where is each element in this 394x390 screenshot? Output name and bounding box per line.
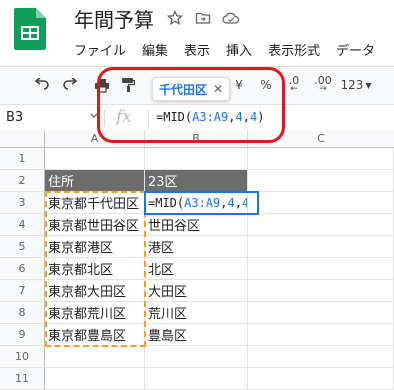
row-header[interactable]: 10 — [0, 346, 45, 368]
redo-icon[interactable] — [60, 75, 80, 95]
grid-cell[interactable] — [248, 236, 394, 258]
column-header-b[interactable]: B — [145, 130, 248, 148]
address-cell[interactable]: 東京都荒川区 — [45, 302, 145, 324]
formula-bar-divider — [148, 109, 149, 127]
menu-file[interactable]: ファイル — [74, 40, 126, 59]
ward-cell[interactable]: 港区 — [145, 236, 248, 258]
grid-cell[interactable] — [45, 346, 145, 368]
formula-separator: , — [242, 110, 250, 124]
formula-separator: , — [234, 195, 242, 210]
grid-cell[interactable] — [248, 170, 394, 192]
grid-cell[interactable] — [248, 302, 394, 324]
header-cell-ward[interactable]: 23区 — [145, 170, 248, 192]
formula-range-ref: A3:A9 — [192, 110, 229, 124]
address-cell[interactable]: 東京都北区 — [45, 258, 145, 280]
select-all-corner[interactable] — [0, 130, 45, 148]
row-header[interactable]: 7 — [0, 280, 45, 302]
percent-format-button[interactable]: % — [258, 75, 274, 95]
column-header-a[interactable]: A — [45, 130, 145, 148]
address-cell[interactable]: 東京都世田谷区 — [45, 214, 145, 236]
formula-preview-chip[interactable]: 千代田区 ✕ — [152, 77, 231, 101]
arrow-left-icon: ← — [290, 84, 298, 94]
document-title[interactable]: 年間予算 — [74, 4, 154, 33]
menu-bar: ファイル 編集 表示 挿入 表示形式 データ — [74, 40, 391, 59]
menu-edit[interactable]: 編集 — [142, 40, 168, 59]
address-cell[interactable]: 東京都千代田区 — [45, 192, 145, 214]
address-cell[interactable]: 東京都豊島区 — [45, 324, 145, 346]
fx-icon: fx — [116, 107, 132, 127]
grid-cell[interactable] — [145, 346, 248, 368]
row-header[interactable]: 6 — [0, 258, 45, 280]
grid-cell[interactable] — [248, 258, 394, 280]
grid-cell[interactable] — [248, 346, 394, 368]
formula-range-ref: A3:A9 — [184, 195, 221, 210]
formula-separator: , — [220, 195, 228, 210]
header-cell-address[interactable]: 住所 — [45, 170, 145, 192]
grid-cell[interactable] — [45, 368, 145, 390]
name-box[interactable]: B3 — [6, 110, 23, 125]
formula-bar: B3 fx =MID(A3:A9,4,4) — [0, 104, 394, 132]
ward-cell[interactable]: 豊島区 — [145, 324, 248, 346]
grid-cell[interactable] — [248, 214, 394, 236]
cloud-status-icon[interactable] — [222, 9, 240, 27]
formula-prefix: =MID( — [156, 110, 193, 124]
menu-view[interactable]: 表示 — [184, 40, 210, 59]
formula-start-arg: 4 — [235, 110, 243, 124]
formula-suffix: ) — [257, 110, 265, 124]
grid-cell[interactable] — [145, 368, 248, 390]
formula-preview-value: 千代田区 — [159, 82, 208, 97]
move-folder-icon[interactable] — [194, 9, 212, 27]
ward-cell[interactable]: 大田区 — [145, 280, 248, 302]
formula-input[interactable]: =MID(A3:A9,4,4) — [156, 110, 264, 124]
column-header-c[interactable]: C — [248, 130, 394, 148]
grid-cell[interactable] — [248, 280, 394, 302]
formula-bar-divider — [104, 109, 105, 127]
name-box-caret-icon[interactable] — [90, 111, 98, 121]
grid-cell[interactable] — [145, 148, 248, 170]
ward-cell[interactable]: 荒川区 — [145, 302, 248, 324]
arrow-right-icon: → — [319, 84, 327, 94]
undo-icon[interactable] — [32, 75, 52, 95]
increase-decimal-button[interactable]: .00 → — [312, 75, 334, 95]
more-formats-button[interactable]: 123 ▼ — [340, 75, 372, 95]
grid-cell[interactable] — [248, 148, 394, 170]
grid-cell[interactable] — [45, 148, 145, 170]
row-header[interactable]: 9 — [0, 324, 45, 346]
formula-start-arg: 4 — [227, 195, 235, 210]
row-header[interactable]: 1 — [0, 148, 45, 170]
ward-cell[interactable]: 世田谷区 — [145, 214, 248, 236]
paint-format-icon[interactable] — [118, 75, 138, 95]
row-header[interactable]: 4 — [0, 214, 45, 236]
grid-cell[interactable] — [248, 192, 394, 214]
grid-cell[interactable] — [248, 368, 394, 390]
close-icon[interactable]: ✕ — [213, 82, 223, 96]
menu-data[interactable]: データ — [336, 40, 375, 59]
address-cell[interactable]: 東京都港区 — [45, 236, 145, 258]
currency-format-button[interactable]: ¥ — [232, 75, 246, 95]
menu-insert[interactable]: 挿入 — [226, 40, 252, 59]
formula-cell[interactable]: =MID(A3:A9,4,4) — [145, 192, 248, 214]
decrease-decimal-button[interactable]: .0 ← — [284, 75, 304, 95]
grid-cell[interactable] — [248, 324, 394, 346]
formula-prefix: =MID( — [148, 195, 185, 210]
star-icon[interactable] — [166, 9, 184, 27]
sheets-logo-icon[interactable] — [12, 6, 48, 52]
chevron-down-icon: ▼ — [365, 80, 372, 90]
more-formats-label: 123 — [340, 78, 364, 92]
address-cell[interactable]: 東京都大田区 — [45, 280, 145, 302]
print-icon[interactable] — [92, 75, 112, 95]
row-header[interactable]: 8 — [0, 302, 45, 324]
row-header[interactable]: 3 — [0, 192, 45, 214]
row-header[interactable]: 5 — [0, 236, 45, 258]
row-header[interactable]: 11 — [0, 368, 45, 390]
ward-cell[interactable]: 北区 — [145, 258, 248, 280]
row-header[interactable]: 2 — [0, 170, 45, 192]
menu-format[interactable]: 表示形式 — [268, 40, 320, 59]
